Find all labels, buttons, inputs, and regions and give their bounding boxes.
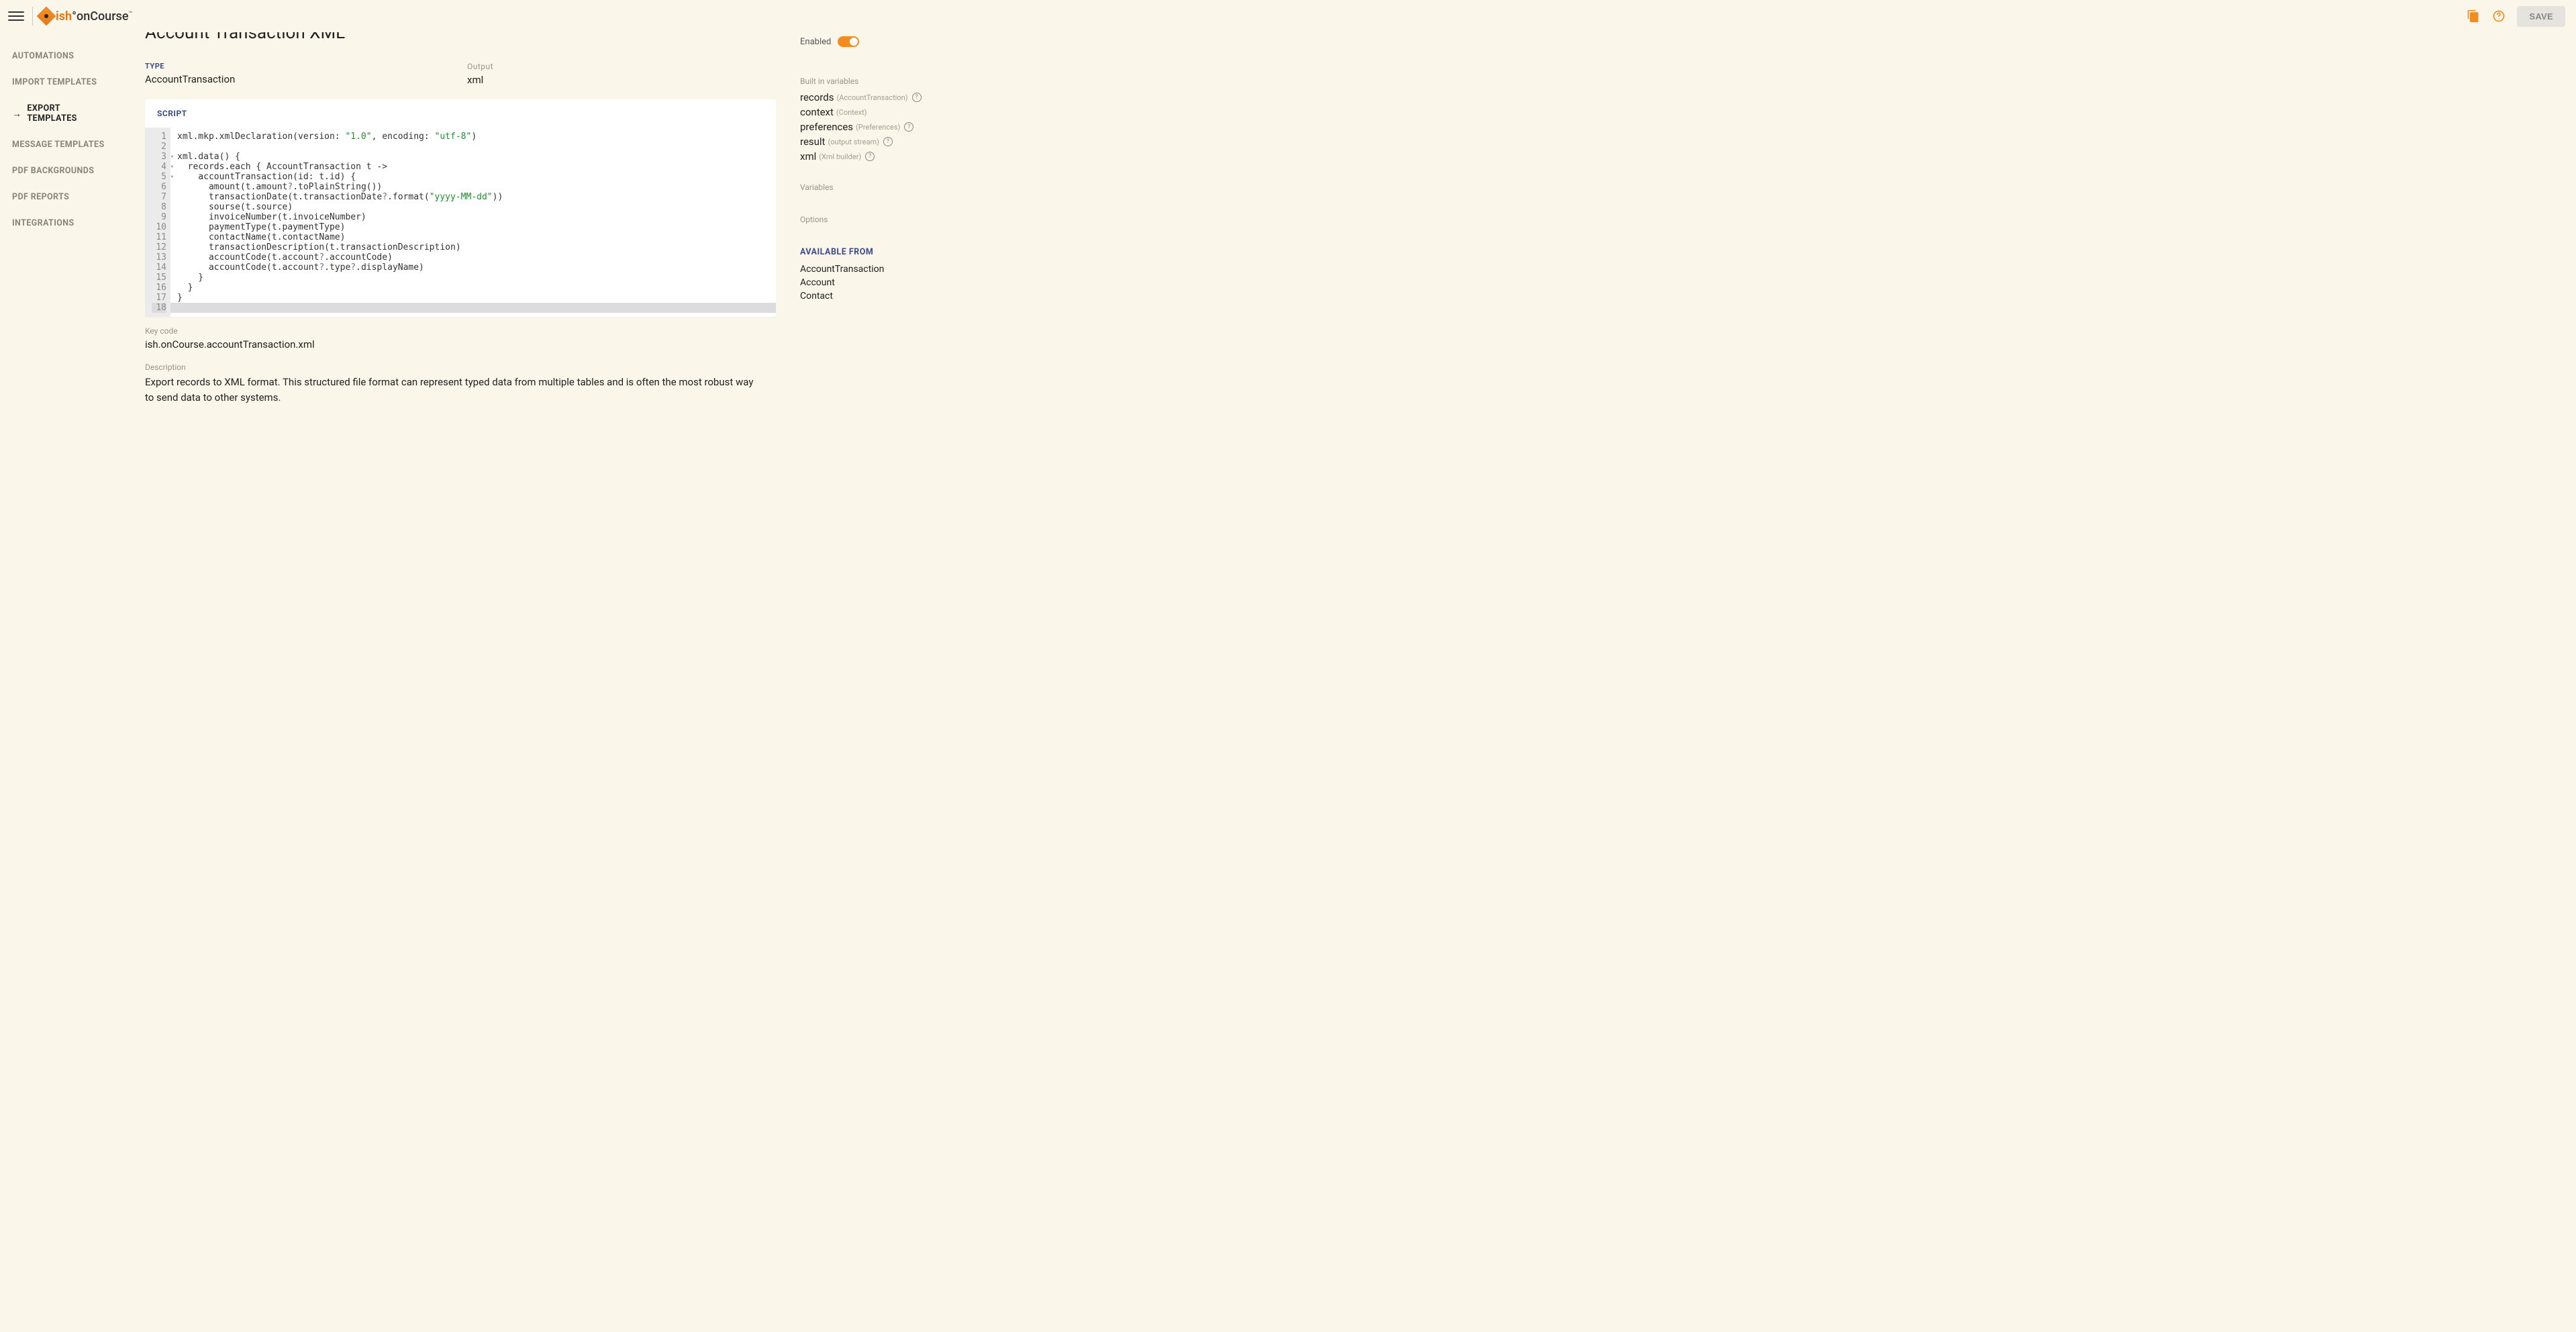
- output-value: xml: [467, 74, 776, 86]
- side-panel: Enabled Built in variables records(Accou…: [800, 32, 1001, 526]
- header-actions: SAVE: [2466, 6, 2568, 27]
- menu-icon[interactable]: [8, 8, 24, 24]
- sidebar-item-pdf-reports[interactable]: →PDF REPORTS: [0, 184, 123, 210]
- logo-text: ish°onCourse™: [56, 9, 132, 23]
- var-type: (AccountTransaction): [836, 93, 907, 102]
- var-type: (Preferences): [856, 123, 900, 132]
- help-icon[interactable]: ?: [904, 122, 913, 132]
- type-label: TYPE: [145, 62, 454, 70]
- builtin-var-preferences: preferences(Preferences)?: [800, 121, 983, 133]
- sidebar-item-import-templates[interactable]: →IMPORT TEMPLATES: [0, 69, 123, 95]
- var-name: xml: [800, 150, 816, 162]
- var-name: result: [800, 136, 825, 148]
- sidebar-item-automations[interactable]: →AUTOMATIONS: [0, 43, 123, 69]
- variables-label: Variables: [800, 183, 983, 192]
- enabled-toggle[interactable]: [838, 36, 859, 47]
- output-label: Output: [467, 62, 776, 71]
- enabled-label: Enabled: [800, 37, 831, 47]
- save-button[interactable]: SAVE: [2517, 6, 2565, 27]
- sidebar-item-message-templates[interactable]: →MESSAGE TEMPLATES: [0, 132, 123, 158]
- copy-icon[interactable]: [2466, 9, 2481, 23]
- builtin-var-xml: xml(Xml builder)?: [800, 150, 983, 162]
- script-label: SCRIPT: [145, 99, 776, 128]
- options-label: Options: [800, 215, 983, 224]
- help-icon[interactable]: [2491, 9, 2506, 23]
- sidebar-item-label: IMPORT TEMPLATES: [12, 77, 97, 87]
- help-icon[interactable]: ?: [883, 137, 893, 146]
- var-name: preferences: [800, 121, 853, 133]
- available-item-accounttransaction[interactable]: AccountTransaction: [800, 264, 983, 275]
- sidebar-item-label: PDF BACKGROUNDS: [12, 166, 94, 176]
- builtin-var-result: result(output stream)?: [800, 136, 983, 148]
- keycode-value: ish.onCourse.accountTransaction.xml: [145, 338, 776, 350]
- sidebar-item-export-templates[interactable]: → EXPORT TEMPLATES: [0, 95, 123, 132]
- type-value: AccountTransaction: [145, 73, 454, 85]
- arrow-right-icon: →: [12, 108, 21, 120]
- code-editor[interactable]: 123456789101112131415161718 xml.mkp.xmlD…: [145, 128, 776, 317]
- available-item-contact[interactable]: Contact: [800, 291, 983, 301]
- help-icon[interactable]: ?: [912, 93, 922, 102]
- description-label: Description: [145, 363, 776, 372]
- logo-diamond-icon: [37, 7, 56, 26]
- var-type: (output stream): [828, 138, 879, 146]
- var-name: records: [800, 91, 834, 103]
- logo[interactable]: ish°onCourse™: [40, 9, 132, 23]
- sidebar: →AUTOMATIONS→IMPORT TEMPLATES → EXPORT TEM…: [0, 0, 123, 526]
- var-type: (Xml builder): [819, 152, 861, 161]
- sidebar-item-integrations[interactable]: →INTEGRATIONS: [0, 210, 123, 236]
- builtin-var-records: records(AccountTransaction)?: [800, 91, 983, 103]
- help-icon[interactable]: ?: [865, 152, 875, 161]
- builtin-var-context: context(Context): [800, 106, 983, 118]
- sidebar-item-label: MESSAGE TEMPLATES: [12, 140, 105, 150]
- var-name: context: [800, 106, 834, 118]
- sidebar-item-label: INTEGRATIONS: [12, 218, 75, 228]
- sidebar-item-label: AUTOMATIONS: [12, 51, 74, 61]
- header: ish°onCourse™ SAVE: [0, 0, 2576, 32]
- keycode-label: Key code: [145, 326, 776, 336]
- var-type: (Context): [836, 108, 867, 117]
- sidebar-item-label: PDF REPORTS: [12, 192, 69, 202]
- divider: [32, 7, 33, 26]
- description-value: Export records to XML format. This struc…: [145, 375, 756, 405]
- available-from-label: AVAILABLE FROM: [800, 247, 983, 257]
- sidebar-item-pdf-backgrounds[interactable]: →PDF BACKGROUNDS: [0, 158, 123, 184]
- sidebar-item-label: EXPORT TEMPLATES: [27, 103, 111, 124]
- builtin-vars-label: Built in variables: [800, 77, 983, 86]
- available-item-account[interactable]: Account: [800, 277, 983, 288]
- script-card: SCRIPT 123456789101112131415161718 xml.m…: [145, 99, 776, 317]
